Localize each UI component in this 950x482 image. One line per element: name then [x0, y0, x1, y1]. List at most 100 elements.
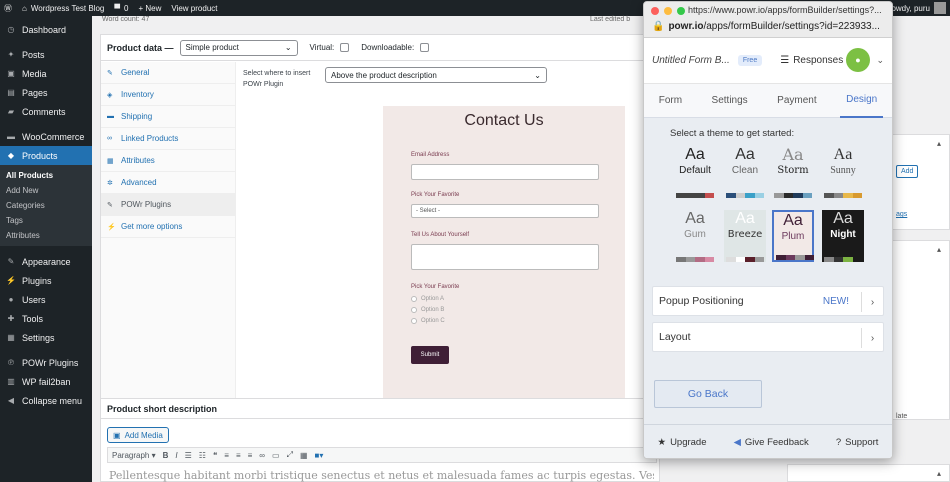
chevron-down-icon: ⌄ — [284, 43, 292, 52]
product-type-select[interactable]: Simple product ⌄ — [179, 39, 298, 56]
italic-button[interactable]: I — [175, 451, 177, 460]
toggle-arrow-icon[interactable]: ▴ — [937, 469, 941, 478]
sidebar-item-users[interactable]: ● Users — [0, 290, 92, 309]
radio-option-b[interactable]: Option B — [411, 307, 444, 313]
theme-default[interactable]: Aa Default — [674, 146, 716, 198]
view-product-link[interactable]: View product — [171, 4, 217, 13]
close-window-button[interactable] — [651, 7, 659, 15]
site-name-link[interactable]: ⌂ Wordpress Test Blog — [22, 4, 104, 13]
tab-shipping[interactable]: ▬ Shipping — [101, 106, 235, 128]
section-label: Layout — [659, 331, 691, 343]
layout-section[interactable]: Layout › — [652, 322, 884, 352]
sidebar-item-products[interactable]: ◆ Products — [0, 146, 92, 165]
tab-get-more-options[interactable]: ⚡ Get more options — [101, 216, 235, 238]
sidebar-item-woocommerce[interactable]: ▬ WooCommerce — [0, 127, 92, 146]
read-more-icon[interactable]: ▭ — [272, 451, 280, 460]
tab-settings[interactable]: Settings — [706, 84, 754, 118]
form-submit-button[interactable]: Submit — [411, 346, 449, 364]
tab-powr-plugins[interactable]: ✎ POWr Plugins — [101, 194, 235, 216]
address-bar[interactable]: 🔒 powr.io/apps/formBuilder/settings?id=22… — [652, 21, 880, 32]
toolbar-toggle-icon[interactable]: ▦ — [300, 451, 308, 460]
new-content-link[interactable]: + New — [138, 4, 161, 13]
about-textarea[interactable] — [411, 244, 599, 270]
submenu-tags[interactable]: Tags — [0, 213, 92, 228]
maximize-window-button[interactable] — [677, 7, 685, 15]
submenu-add-new[interactable]: Add New — [0, 183, 92, 198]
chevron-down-icon[interactable]: ⌄ — [876, 55, 884, 66]
support-link[interactable]: ? Support — [836, 437, 879, 448]
paragraph-select[interactable]: Paragraph ▾ — [112, 451, 156, 460]
tags-link[interactable]: ags — [896, 211, 907, 218]
tab-general[interactable]: ✎ General — [101, 62, 235, 84]
theme-heading: Select a theme to get started: — [670, 128, 795, 139]
add-tag-button[interactable]: Add — [896, 165, 919, 178]
theme-clean[interactable]: Aa Clean — [724, 146, 766, 198]
tab-advanced[interactable]: ✲ Advanced — [101, 172, 235, 194]
theme-sunny[interactable]: Aa Sunny — [822, 146, 864, 198]
add-media-button[interactable]: ▣ Add Media — [107, 427, 169, 443]
submenu-attributes[interactable]: Attributes — [0, 228, 92, 243]
tab-linked-products[interactable]: ∞ Linked Products — [101, 128, 235, 150]
align-left-icon[interactable]: ≡ — [224, 451, 229, 460]
sidebar-item-posts[interactable]: ✦ Posts — [0, 45, 92, 64]
tab-design[interactable]: Design — [840, 84, 884, 118]
radio-option-a[interactable]: Option A — [411, 296, 444, 302]
tab-form[interactable]: Form — [653, 84, 688, 118]
swatch — [745, 193, 755, 198]
sidebar-item-collapse[interactable]: ◀ Collapse menu — [0, 391, 92, 410]
submenu-categories[interactable]: Categories — [0, 198, 92, 213]
sidebar-item-appearance[interactable]: ✎ Appearance — [0, 252, 92, 271]
theme-breeze[interactable]: Aa Breeze — [724, 210, 766, 262]
theme-gum[interactable]: Aa Gum — [674, 210, 716, 262]
sidebar-item-fail2ban[interactable]: ▥ WP fail2ban — [0, 372, 92, 391]
account-menu[interactable]: owdy, puru — [891, 0, 946, 16]
plugin-icon: ⚡ — [107, 223, 116, 231]
sidebar-item-plugins[interactable]: ⚡ Plugins — [0, 271, 92, 290]
toggle-arrow-icon[interactable]: ▴ — [937, 139, 941, 148]
tab-label: Attributes — [121, 156, 155, 165]
virtual-checkbox[interactable] — [340, 43, 350, 52]
sidebar-item-settings[interactable]: ▦ Settings — [0, 328, 92, 347]
blockquote-icon[interactable]: ❝ — [213, 451, 217, 460]
theme-storm[interactable]: Aa Storm — [772, 146, 814, 198]
toggle-arrow-icon[interactable]: ▴ — [937, 245, 941, 254]
sidebar-item-media[interactable]: ▣ Media — [0, 64, 92, 83]
user-avatar[interactable]: ● — [846, 48, 870, 72]
numbered-list-icon[interactable]: ☷ — [199, 451, 206, 460]
popup-positioning-section[interactable]: Popup Positioning NEW! › — [652, 286, 884, 316]
fullscreen-icon[interactable]: ⤢ — [287, 450, 293, 460]
powr-editor-icon[interactable]: ■▾ — [315, 451, 324, 460]
go-back-button[interactable]: Go Back — [654, 380, 762, 408]
comments-link[interactable]: ▀ 0 — [114, 4, 128, 13]
bold-button[interactable]: B — [163, 451, 169, 460]
responses-button[interactable]: ☰ Responses — [780, 55, 843, 66]
insert-location-select[interactable]: Above the product description ⌄ — [325, 67, 547, 83]
truck-icon: ▬ — [107, 113, 114, 120]
downloadable-checkbox[interactable] — [420, 43, 430, 52]
tab-inventory[interactable]: ◈ Inventory — [101, 84, 235, 106]
feedback-link[interactable]: ◀ Give Feedback — [734, 437, 809, 448]
theme-plum[interactable]: Aa Plum — [772, 210, 814, 262]
form-name[interactable]: Untitled Form B... — [652, 55, 730, 66]
tab-attributes[interactable]: ▦ Attributes — [101, 150, 235, 172]
align-center-icon[interactable]: ≡ — [236, 451, 241, 460]
minimize-window-button[interactable] — [664, 7, 672, 15]
radio-option-c[interactable]: Option C — [411, 318, 445, 324]
short-description-text[interactable]: Pellentesque habitant morbi tristique se… — [109, 469, 654, 482]
upgrade-link[interactable]: ★ Upgrade — [658, 437, 707, 448]
sidebar-item-tools[interactable]: ✚ Tools — [0, 309, 92, 328]
sidebar-item-pages[interactable]: ▤ Pages — [0, 83, 92, 102]
favorite-select[interactable]: - Select - — [411, 204, 599, 218]
sidebar-item-powr[interactable]: ℗ POWr Plugins — [0, 353, 92, 372]
wordpress-logo-icon[interactable]: Ⓦ — [4, 3, 12, 14]
link-icon[interactable]: ∞ — [259, 451, 265, 460]
submenu-all-products[interactable]: All Products — [0, 168, 92, 183]
sidebar-item-comments[interactable]: ▰ Comments — [0, 102, 92, 121]
align-right-icon[interactable]: ≡ — [248, 451, 253, 460]
email-field[interactable] — [411, 164, 599, 180]
swatch — [785, 255, 795, 260]
theme-night[interactable]: Aa Night — [822, 210, 864, 262]
bullet-list-icon[interactable]: ☰ — [185, 451, 192, 460]
tab-payment[interactable]: Payment — [771, 84, 822, 118]
sidebar-item-dashboard[interactable]: ◷ Dashboard — [0, 20, 92, 39]
